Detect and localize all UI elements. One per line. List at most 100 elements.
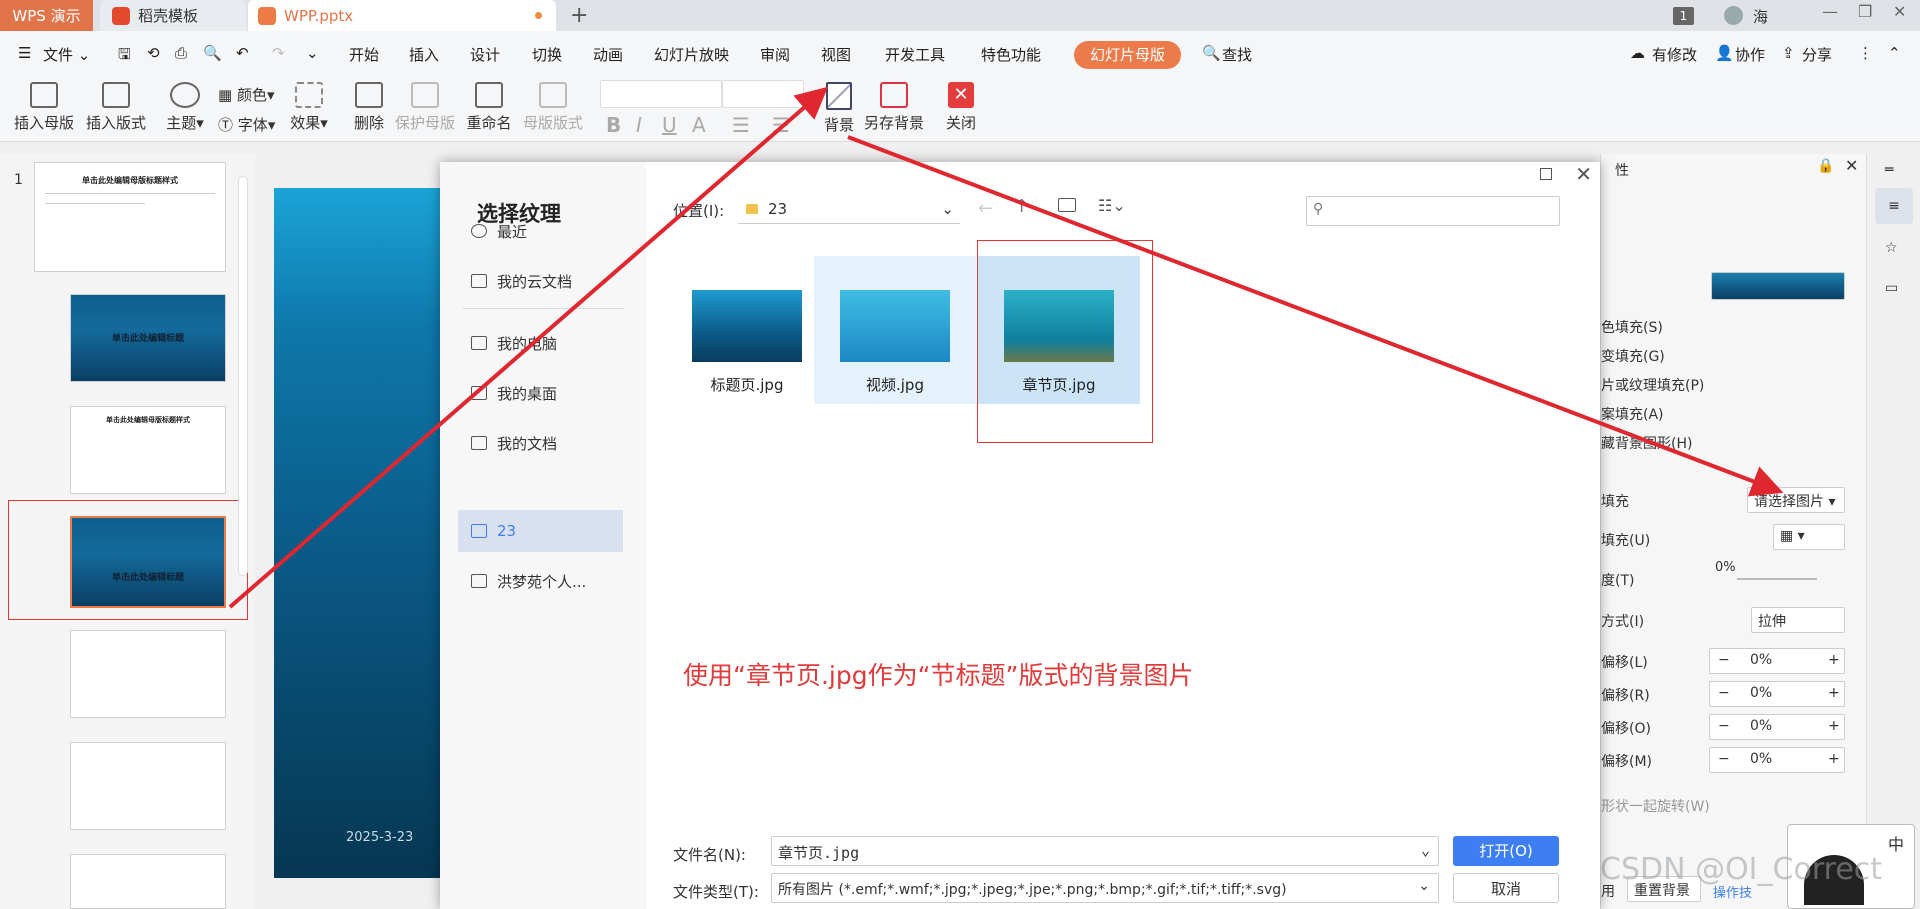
menu-review[interactable]: 审阅 [760,44,790,65]
background-preview[interactable] [1711,272,1845,300]
print-icon[interactable]: ⎙ [175,44,187,62]
texture-dropdown[interactable]: ▦ ▾ [1773,524,1845,550]
nav-computer[interactable]: 我的电脑 [458,322,623,364]
layout-section-thumbnail[interactable]: 单击此处编辑标题 [70,516,226,608]
collab-icon[interactable]: 👤 [1715,44,1734,62]
search-icon[interactable]: 🔍 [1202,44,1221,62]
menu-special[interactable]: 特色功能 [981,44,1041,65]
property-settings-icon[interactable]: ≡ [1875,188,1913,224]
customize-toolbar-icon[interactable]: ⌄ [306,44,319,62]
delete-button[interactable]: 删除 [349,82,389,133]
wps-app-tab[interactable]: WPS 演示 [0,0,93,31]
gradient-fill-option[interactable]: 变填充(G) [1601,346,1665,366]
template-tab[interactable]: 稻壳模板 [100,0,246,31]
effect-button[interactable]: 效果▾ [286,82,332,133]
font-color-icon[interactable]: A [692,113,706,137]
numbering-icon[interactable]: ☰ [772,113,790,137]
master-thumbnail[interactable]: 单击此处编辑母版标题样式 [34,162,226,272]
filetype-dropdown[interactable]: 所有图片 (*.emf;*.wmf;*.jpg;*.jpeg;*.jpe;*.p… [771,873,1439,903]
menu-transition[interactable]: 切换 [532,44,562,65]
save-background-button[interactable]: 另存背景 [862,82,926,133]
underline-icon[interactable]: U [662,113,677,137]
menu-file[interactable]: 文件 ⌄ [43,44,90,65]
nav-desktop[interactable]: 我的桌面 [458,372,623,414]
italic-icon[interactable]: I [636,113,642,137]
cloud-sync-icon[interactable]: ☁ [1630,44,1645,62]
background-button[interactable]: 背景 [822,82,856,135]
menu-slideshow[interactable]: 幻灯片放映 [654,44,729,65]
share-button[interactable]: 分享 [1802,44,1832,65]
open-button[interactable]: 打开(O) [1453,836,1559,866]
rotate-with-shape-option[interactable]: 形状一起旋转(W) [1601,796,1710,816]
share-icon[interactable]: ⇪ [1782,44,1795,62]
more-icon[interactable]: ⋮ [1858,44,1873,62]
print-preview-icon[interactable]: 🔍 [203,44,222,62]
layout-title-thumbnail[interactable]: 单击此处编辑标题 [70,294,226,382]
decrement-icon[interactable]: − [1718,685,1730,701]
menu-home[interactable]: 开始 [349,44,379,65]
decrement-icon[interactable]: − [1718,652,1730,668]
menu-design[interactable]: 设计 [470,44,500,65]
save-icon[interactable]: 🖫 [118,44,131,69]
cancel-button[interactable]: 取消 [1453,873,1559,903]
new-tab-plus-icon[interactable]: + [570,3,588,28]
share-doc-icon[interactable]: ⟲ [147,44,160,62]
insert-layout-button[interactable]: 插入版式 [84,82,148,133]
font-name-dropdown[interactable] [600,80,722,108]
layout-two-content-thumbnail[interactable] [70,630,226,718]
layout-content-thumbnail[interactable]: 单击此处编辑母版标题样式 [70,406,226,494]
maximize-dialog-icon[interactable] [1540,168,1552,180]
close-window-icon[interactable]: ✕ [1893,2,1906,21]
view-mode-icon[interactable]: ☷⌄ [1098,196,1126,215]
menu-animation[interactable]: 动画 [593,44,623,65]
bullets-icon[interactable]: ☰ [732,113,750,137]
lock-icon[interactable]: 🔒 [1817,158,1834,174]
file-item[interactable]: 视频.jpg [814,256,976,404]
master-layout-button[interactable]: 母版版式 [521,82,585,133]
menu-view[interactable]: 视图 [821,44,851,65]
hide-background-option[interactable]: 藏背景图形(H) [1601,433,1692,453]
file-item[interactable]: 标题页.jpg [666,248,828,396]
close-dialog-icon[interactable]: ✕ [1575,162,1592,186]
offset-left-spinner[interactable]: − 0% + [1709,648,1845,674]
ime-mode[interactable]: 中 [1888,831,1904,855]
nav-personal[interactable]: 洪梦苑个人... [458,560,623,602]
nav-documents[interactable]: 我的文档 [458,422,623,464]
minimize-icon[interactable]: — [1822,2,1838,21]
user-name[interactable]: 海 [1753,6,1768,27]
panel-close-icon[interactable]: ✕ [1845,156,1858,175]
protect-master-button[interactable]: 保护母版 [393,82,457,133]
hamburger-menu-icon[interactable]: ☰ [18,44,31,62]
color-button[interactable]: ▦ 颜色▾ [218,84,275,105]
menu-developer[interactable]: 开发工具 [885,44,945,65]
decrement-icon[interactable]: − [1718,751,1730,767]
offset-bottom-spinner[interactable]: − 0% + [1709,747,1845,773]
increment-icon[interactable]: + [1828,718,1840,734]
animation-star-icon[interactable]: ☆ [1885,240,1898,256]
thumbnail-scrollbar[interactable] [238,176,248,576]
comment-icon[interactable]: ▭ [1885,280,1898,296]
filename-input[interactable]: 章节页.jpg ⌄ [771,836,1439,866]
tile-mode-dropdown[interactable]: 拉伸 [1751,607,1845,633]
transparency-slider[interactable] [1737,578,1817,580]
collab-button[interactable]: 协作 [1735,44,1765,65]
offset-right-spinner[interactable]: − 0% + [1709,681,1845,707]
decrement-icon[interactable]: − [1718,718,1730,734]
restore-icon[interactable]: ❐ [1858,2,1872,21]
font-button[interactable]: Ⓣ 字体▾ [218,114,275,135]
document-tab[interactable]: WPP.pptx [248,0,556,31]
modified-status[interactable]: 有修改 [1652,44,1697,65]
slide-canvas[interactable] [274,188,464,878]
search-input[interactable]: ⚲ [1306,196,1560,226]
rename-button[interactable]: 重命名 [463,82,515,133]
window-count-badge[interactable]: 1 [1673,7,1694,25]
back-arrow-icon[interactable]: ← [978,198,993,219]
layout-comparison-thumbnail[interactable] [70,742,226,830]
collapse-ribbon-icon[interactable]: ⌃ [1888,44,1901,62]
up-folder-icon[interactable]: ↑ [1014,196,1029,217]
undo-icon[interactable]: ↶ [236,44,249,62]
close-master-button[interactable]: ✕ 关闭 [943,82,979,133]
panel-handle-icon[interactable]: ═ [1885,162,1893,178]
new-folder-icon[interactable] [1058,198,1076,212]
font-size-dropdown[interactable] [722,80,804,108]
